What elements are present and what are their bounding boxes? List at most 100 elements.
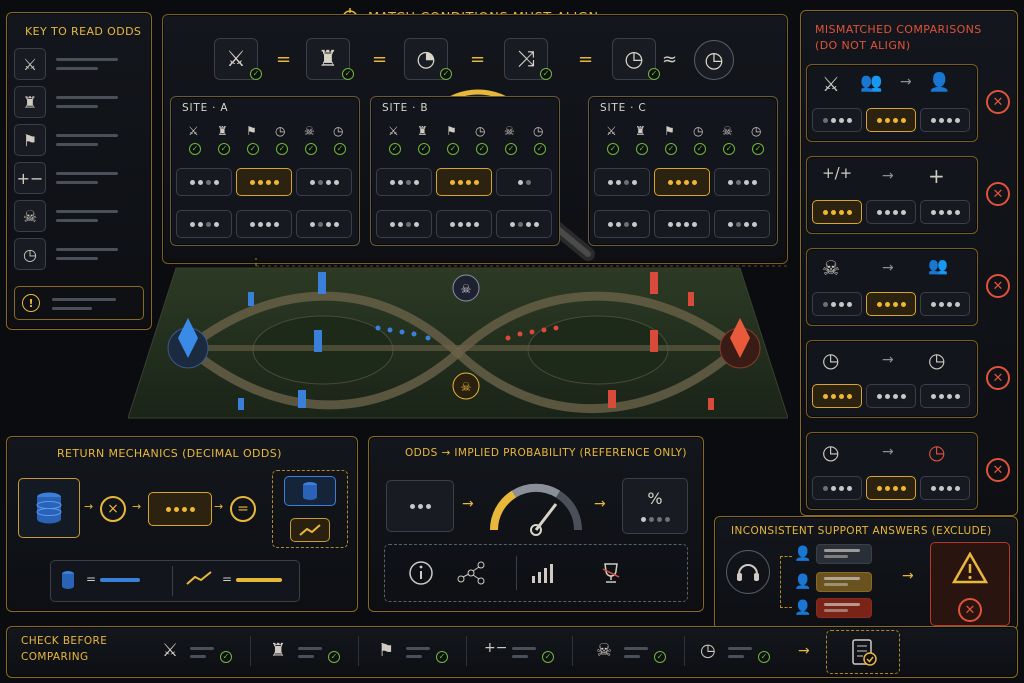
- mismatch-left-icon: ◷: [822, 440, 840, 464]
- check-icon: ✓: [534, 143, 546, 155]
- dot: [938, 393, 944, 399]
- dot: [449, 179, 455, 185]
- mismatch-left-icon: ◷: [822, 348, 840, 372]
- dot: [517, 179, 523, 185]
- odds-cell[interactable]: [236, 210, 292, 238]
- odds-cell[interactable]: [812, 292, 862, 316]
- dot: [189, 221, 195, 227]
- divider: [250, 636, 251, 666]
- odds-cell[interactable]: [866, 108, 916, 132]
- dot: [631, 179, 637, 185]
- odds-dots: [727, 221, 757, 227]
- odds-cell[interactable]: [376, 168, 432, 196]
- odds-cell[interactable]: [496, 168, 552, 196]
- odds-cell[interactable]: [176, 168, 232, 196]
- arrow-right-icon: →: [882, 168, 894, 184]
- divider: [466, 636, 467, 666]
- odds-dots: [409, 503, 431, 509]
- odds-cell[interactable]: [714, 168, 770, 196]
- divider: [572, 636, 573, 666]
- dot: [273, 179, 279, 185]
- arrow-right-icon: →: [798, 643, 810, 659]
- odds-dots: [930, 485, 960, 491]
- dot: [830, 485, 836, 491]
- key-text-bar: [56, 105, 98, 108]
- odds-cell[interactable]: [920, 292, 970, 316]
- dot: [751, 221, 757, 227]
- odds-cell[interactable]: [920, 200, 970, 224]
- odds-cell[interactable]: [376, 210, 432, 238]
- dot: [333, 179, 339, 185]
- odds-cell[interactable]: [296, 210, 352, 238]
- dot: [900, 117, 906, 123]
- dot: [892, 485, 898, 491]
- bubble-text-bar: [824, 583, 848, 586]
- dot: [900, 301, 906, 307]
- skull-icon: ☠: [304, 124, 315, 138]
- odds-cell[interactable]: [812, 108, 862, 132]
- bottom-objective-icon: ☠: [452, 372, 480, 400]
- bubble-text-bar: [824, 555, 848, 558]
- dot: [876, 485, 882, 491]
- clock-icon: ◷: [275, 124, 286, 138]
- odds-cell[interactable]: [866, 200, 916, 224]
- dot: [691, 179, 697, 185]
- odds-cell[interactable]: [920, 108, 970, 132]
- dot: [892, 117, 898, 123]
- equals-symbol: =: [470, 49, 486, 70]
- dot: [822, 485, 828, 491]
- plus-minus-icon-glyph: +−: [16, 168, 44, 188]
- check-text-bar: [406, 655, 422, 658]
- odds-cell[interactable]: [866, 292, 916, 316]
- dot: [892, 393, 898, 399]
- odds-input[interactable]: [148, 492, 212, 526]
- dot: [683, 179, 689, 185]
- crossed-swords-icon: ⚔: [606, 124, 617, 138]
- odds-cell[interactable]: [296, 168, 352, 196]
- dot: [317, 221, 323, 227]
- odds-cell[interactable]: [436, 210, 492, 238]
- crossed-swords-icon: ⚔: [162, 640, 179, 661]
- check-text-bar: [190, 647, 214, 650]
- odds-cell[interactable]: [176, 210, 232, 238]
- odds-cell[interactable]: [714, 210, 770, 238]
- dot: [830, 117, 836, 123]
- clock-icon-glyph: ◷: [23, 244, 37, 264]
- key-text-bar: [56, 134, 118, 137]
- odds-cell[interactable]: [812, 384, 862, 408]
- dot: [946, 209, 952, 215]
- group-icon: 👥: [860, 72, 883, 93]
- dot: [743, 221, 749, 227]
- dot: [325, 179, 331, 185]
- odds-cell[interactable]: [920, 476, 970, 500]
- dot: [938, 485, 944, 491]
- odds-cell[interactable]: [654, 210, 710, 238]
- dot: [946, 301, 952, 307]
- odds-cell[interactable]: [594, 168, 650, 196]
- dot: [822, 117, 828, 123]
- odds-cell[interactable]: [920, 384, 970, 408]
- dot: [189, 179, 195, 185]
- dot: [631, 221, 637, 227]
- odds-cell[interactable]: [496, 210, 552, 238]
- check-title-line1: CHECK BEFORE: [21, 635, 108, 647]
- odds-dots: [249, 221, 279, 227]
- odds-cell-best[interactable]: [236, 168, 292, 196]
- dot: [213, 179, 219, 185]
- dot: [397, 179, 403, 185]
- dot: [830, 393, 836, 399]
- odds-cell[interactable]: [866, 384, 916, 408]
- odds-cell[interactable]: [866, 476, 916, 500]
- odds-cell[interactable]: [812, 200, 862, 224]
- dot: [884, 393, 890, 399]
- odds-cell[interactable]: [594, 210, 650, 238]
- odds-dots: [930, 393, 960, 399]
- check-text-bar: [512, 647, 536, 650]
- site-label: SITE · C: [600, 102, 647, 114]
- odds-dots: [309, 179, 339, 185]
- odds-cell-best[interactable]: [436, 168, 492, 196]
- odds-cell-best[interactable]: [654, 168, 710, 196]
- check-icon: ✓: [505, 143, 517, 155]
- odds-cell[interactable]: [812, 476, 862, 500]
- dot: [607, 221, 613, 227]
